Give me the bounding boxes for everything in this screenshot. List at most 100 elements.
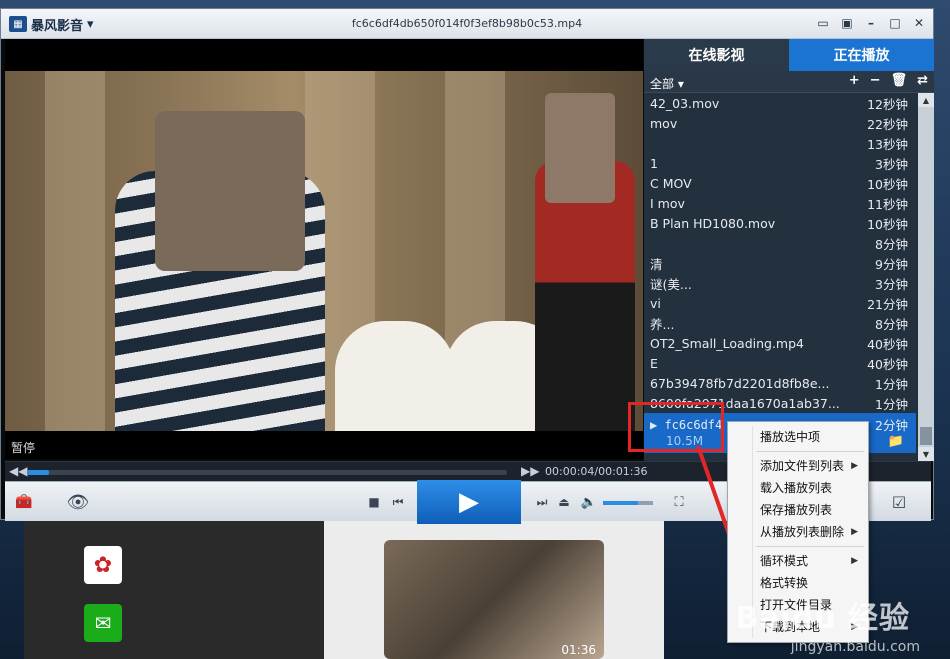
thumbnail-duration: 01:36 bbox=[561, 643, 596, 657]
playlist-item-duration: 40秒钟 bbox=[867, 336, 908, 352]
scroll-thumb[interactable] bbox=[920, 427, 932, 445]
playlist-item[interactable]: 67b39478fb7d2201d8fb8e... 1分钟 bbox=[644, 373, 916, 393]
playlist-item-duration: 10秒钟 bbox=[867, 216, 908, 232]
scroll-up-icon[interactable]: ▲ bbox=[918, 93, 934, 107]
playlist-item[interactable]: E 40秒钟 bbox=[644, 353, 916, 373]
playlist-item[interactable]: 13秒钟 bbox=[644, 153, 916, 173]
playlist-item-name: C MOV bbox=[650, 175, 692, 191]
menu-item[interactable]: 从播放列表删除 ▶ bbox=[728, 521, 868, 543]
playlist-item-name: B Plan HD1080.mov bbox=[650, 215, 776, 231]
playlist-item-name: 42_03.mov bbox=[650, 95, 720, 111]
playlist-item[interactable]: C MOV 10秒钟 bbox=[644, 173, 916, 193]
playlist-item[interactable]: 13秒钟 bbox=[644, 133, 916, 153]
playlist-item-duration: 1分钟 bbox=[875, 376, 908, 392]
playlist-item-name: OT2_Small_Loading.mp4 bbox=[650, 335, 804, 351]
playlist-item-name: mov bbox=[650, 115, 678, 131]
app-avatar-icon[interactable]: ✿ bbox=[84, 546, 122, 584]
playlist-item[interactable]: 养... 8分钟 bbox=[644, 313, 916, 333]
playlist-item[interactable]: mov 22秒钟 bbox=[644, 113, 916, 133]
play-button[interactable]: ▶ bbox=[417, 480, 521, 524]
playlist-item-duration: 11秒钟 bbox=[867, 196, 908, 212]
video-thumbnail[interactable]: 01:36 bbox=[384, 540, 604, 659]
submenu-arrow-icon: ▶ bbox=[851, 527, 858, 537]
playlist-item[interactable]: 8分钟 bbox=[644, 233, 916, 253]
blurred-face bbox=[155, 111, 305, 271]
minimize-button[interactable]: – bbox=[863, 15, 879, 31]
playlist-item[interactable]: 谜(美... 3分钟 bbox=[644, 273, 916, 293]
playlist-item-duration: 40秒钟 bbox=[867, 356, 908, 372]
background-chat-app: ✿ ✉ 01:36 bbox=[24, 520, 664, 659]
volume-slider[interactable] bbox=[603, 501, 653, 505]
menu-item[interactable]: 载入播放列表 bbox=[728, 477, 868, 499]
loop-icon[interactable]: ⇄ bbox=[917, 73, 928, 88]
playlist-item[interactable]: vi 21分钟 bbox=[644, 293, 916, 313]
menu-item[interactable]: 保存播放列表 bbox=[728, 499, 868, 521]
video-letterbox-top bbox=[5, 39, 643, 71]
playlist-item[interactable]: B Plan HD1080.mov 10秒钟 bbox=[644, 213, 916, 233]
scroll-down-icon[interactable]: ▼ bbox=[918, 447, 934, 461]
eye-icon[interactable]: 👁 bbox=[61, 490, 95, 514]
menu-item[interactable]: 格式转换 bbox=[728, 572, 868, 594]
playlist-item-duration: 2分钟 bbox=[875, 418, 908, 433]
message-icon[interactable]: ▭ bbox=[815, 15, 831, 31]
playlist-item[interactable]: OT2_Small_Loading.mp4 40秒钟 bbox=[644, 333, 916, 353]
window-controls: ▭ ▣ – □ ✕ bbox=[815, 15, 927, 31]
playlist-item-duration: 9分钟 bbox=[875, 256, 908, 272]
menu-item[interactable]: 循环模式 ▶ bbox=[728, 550, 868, 572]
menu-item[interactable]: 播放选中项 bbox=[728, 426, 868, 448]
plus-icon[interactable]: + bbox=[849, 73, 860, 88]
eject-button[interactable]: ⏏ bbox=[555, 492, 573, 512]
playlist-item-duration: 3秒钟 bbox=[875, 156, 908, 172]
playlist-item[interactable]: 42_03.mov 12秒钟 bbox=[644, 93, 916, 113]
menu-item-label: 载入播放列表 bbox=[760, 481, 833, 495]
menu-item[interactable]: 添加文件到列表 ▶ bbox=[728, 455, 868, 477]
playback-status: 暂停 bbox=[11, 441, 36, 455]
playlist-item-name: I mov bbox=[650, 195, 685, 211]
playlist-tools: + − 🗑 ⇄ bbox=[849, 73, 928, 88]
playlist-item-name: 谜(美... bbox=[650, 276, 692, 292]
menu-item-label: 格式转换 bbox=[760, 576, 809, 590]
tab-online[interactable]: 在线影视 bbox=[644, 39, 789, 71]
playlist-item-name: 67b39478fb7d2201d8fb8e... bbox=[650, 375, 830, 391]
playlist-item-duration: 1分钟 bbox=[875, 396, 908, 412]
title-bar: ▦ 暴风影音 ▾ fc6c6df4db650f014f0f3ef8b98b0c5… bbox=[1, 9, 933, 39]
filter-dropdown[interactable]: 全部 ▾ bbox=[650, 75, 684, 92]
volume-level bbox=[603, 501, 638, 505]
window-title: fc6c6df4db650f014f0f3ef8b98b0c53.mp4 bbox=[351, 17, 583, 30]
playlist-item-duration: 21分钟 bbox=[867, 296, 908, 312]
menu-item-label: 播放选中项 bbox=[760, 430, 821, 444]
skin-icon[interactable]: ▣ bbox=[839, 15, 855, 31]
toolbox-icon[interactable]: 🧰 bbox=[11, 490, 37, 514]
fullscreen-icon[interactable]: ⛶ bbox=[669, 492, 689, 512]
stop-button[interactable]: ■ bbox=[365, 492, 383, 512]
watermark-logo: Baidu 经验 bbox=[735, 601, 910, 636]
previous-button[interactable]: ⏮ bbox=[389, 492, 407, 512]
playlist-item[interactable]: 清 9分钟 bbox=[644, 253, 916, 273]
playlist-toolbar: 全部 ▾ + − 🗑 ⇄ bbox=[644, 71, 934, 93]
video-frame[interactable] bbox=[5, 71, 643, 431]
fast-forward-icon[interactable]: ▶▶ bbox=[521, 464, 539, 478]
trash-icon[interactable]: 🗑 bbox=[891, 73, 908, 88]
volume-icon[interactable]: 🔈 bbox=[579, 492, 599, 512]
playlist-item-duration: 8分钟 bbox=[875, 316, 908, 332]
seek-progress bbox=[27, 470, 49, 475]
playlist-tabs: 在线影视 正在播放 bbox=[644, 39, 934, 71]
wechat-icon[interactable]: ✉ bbox=[84, 604, 122, 642]
playlist-item-name: vi bbox=[650, 295, 661, 311]
tab-now-playing[interactable]: 正在播放 bbox=[789, 39, 934, 71]
playlist-item-duration: 22秒钟 bbox=[867, 116, 908, 132]
playlist-item-duration: 10秒钟 bbox=[867, 176, 908, 192]
folder-icon[interactable]: 📁 bbox=[888, 434, 904, 449]
time-display: 00:00:04/00:01:36 bbox=[545, 465, 648, 478]
minus-icon[interactable]: − bbox=[870, 73, 881, 88]
playlist-scrollbar[interactable]: ▲ ▼ bbox=[918, 93, 934, 461]
maximize-button[interactable]: □ bbox=[887, 15, 903, 31]
close-button[interactable]: ✕ bbox=[911, 15, 927, 31]
next-button[interactable]: ⏭ bbox=[533, 492, 551, 512]
checklist-icon[interactable]: ☑ bbox=[885, 490, 913, 514]
rewind-icon[interactable]: ◀◀ bbox=[9, 464, 27, 478]
menu-item-label: 从播放列表删除 bbox=[760, 525, 845, 539]
menu-item-label: 循环模式 bbox=[760, 554, 809, 568]
seek-track[interactable] bbox=[27, 470, 507, 475]
playlist-item[interactable]: I mov 11秒钟 bbox=[644, 193, 916, 213]
